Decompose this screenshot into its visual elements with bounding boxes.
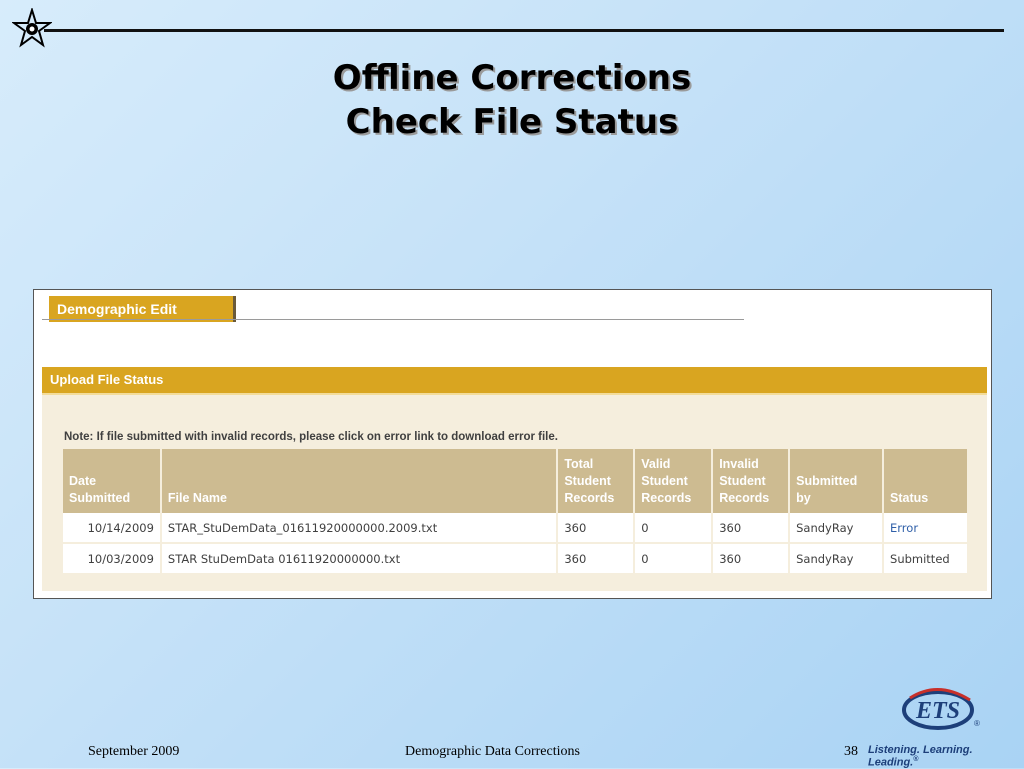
upload-status-table: Date Submitted File Name Total Student R…	[63, 449, 969, 575]
slide-title-line1: Offline Corrections	[332, 58, 692, 98]
col-header-valid-records[interactable]: Valid Student Records	[634, 449, 714, 513]
col-header-invalid-records[interactable]: Invalid Student Records	[712, 449, 791, 513]
error-note: Note: If file submitted with invalid rec…	[64, 431, 558, 443]
panel-title: Upload File Status	[42, 367, 987, 395]
cell-file-name: STAR_StuDemData_01611920000000.2009.txt	[160, 513, 559, 544]
cell-date: 10/14/2009	[63, 513, 162, 544]
ets-logo-icon: ETS ®	[902, 688, 980, 730]
ets-tagline-text: Listening. Learning. Leading.	[868, 744, 973, 769]
cell-date: 10/03/2009	[63, 543, 162, 575]
cell-status: Submitted	[883, 543, 969, 575]
cell-submitted-by: SandyRay	[789, 543, 885, 575]
slide-number: 38	[844, 744, 858, 759]
cell-invalid-records: 360	[712, 543, 791, 575]
col-header-status[interactable]: Status	[883, 449, 969, 513]
ets-logo-mark: ®	[974, 719, 980, 728]
app-screenshot: Demographic Edit Upload File Status Note…	[33, 289, 992, 599]
top-rule	[44, 29, 1004, 32]
table-header-row: Date Submitted File Name Total Student R…	[63, 449, 969, 513]
cell-submitted-by: SandyRay	[789, 513, 885, 544]
footer-title: Demographic Data Corrections	[405, 744, 580, 759]
cell-total-records: 360	[557, 513, 636, 544]
cell-file-name: STAR StuDemData 01611920000000.txt	[160, 543, 559, 575]
star-emblem-icon	[12, 8, 52, 48]
col-header-submitted-by[interactable]: Submitted by	[789, 449, 885, 513]
cell-valid-records: 0	[634, 513, 714, 544]
ets-logo-text: ETS	[915, 698, 960, 724]
upload-status-panel: Note: If file submitted with invalid rec…	[42, 395, 987, 591]
table-row: 10/14/2009 STAR_StuDemData_0161192000000…	[63, 513, 969, 544]
tab-underline	[42, 319, 744, 320]
ets-tagline-mark: ®	[913, 756, 919, 763]
col-header-date-submitted[interactable]: Date Submitted	[63, 449, 162, 513]
slide-title: Offline Corrections Check File Status	[0, 56, 1024, 144]
col-header-file-name[interactable]: File Name	[160, 449, 559, 513]
table-row: 10/03/2009 STAR StuDemData 0161192000000…	[63, 543, 969, 575]
ets-tagline: Listening. Learning. Leading.®	[868, 744, 1024, 769]
col-header-total-records[interactable]: Total Student Records	[557, 449, 636, 513]
cell-valid-records: 0	[634, 543, 714, 575]
slide-title-line2: Check File Status	[345, 102, 679, 142]
cell-invalid-records: 360	[712, 513, 791, 544]
cell-total-records: 360	[557, 543, 636, 575]
footer-date: September 2009	[88, 744, 180, 759]
cell-status: Error	[883, 513, 969, 544]
error-link[interactable]: Error	[890, 521, 918, 535]
